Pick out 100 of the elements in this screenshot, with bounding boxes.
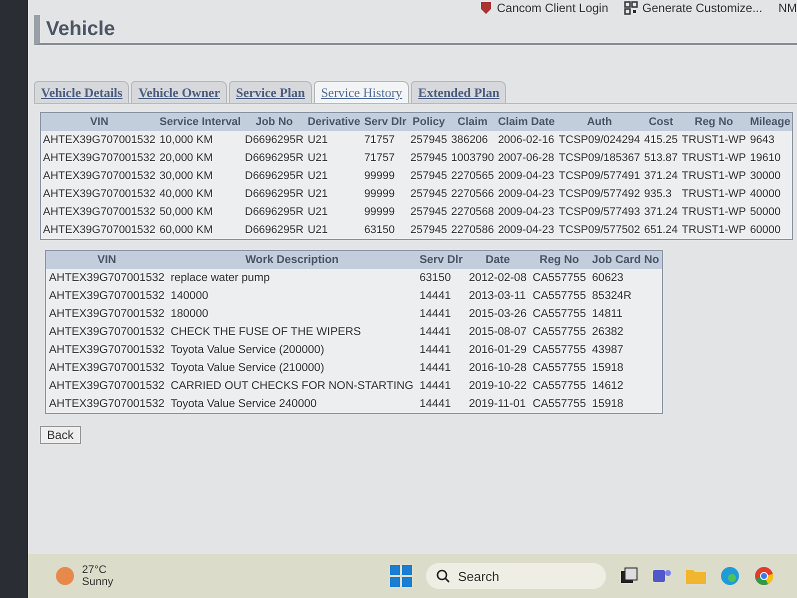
table-cell: 415.25 <box>642 131 680 149</box>
table-cell: 651.24 <box>642 221 680 240</box>
table-cell: 26382 <box>589 323 663 341</box>
table-cell: TCSP09/577492 <box>556 185 642 203</box>
table-cell: 40,000 KM <box>158 185 243 203</box>
column-header: Work Description <box>168 250 416 269</box>
table-cell: 2015-03-26 <box>466 305 530 323</box>
table-cell: U21 <box>306 185 362 203</box>
table-cell: 14441 <box>416 377 466 395</box>
table-cell: 2016-01-29 <box>466 341 530 359</box>
table-cell: D6696295R <box>242 203 306 221</box>
table-cell: 14441 <box>416 359 466 377</box>
task-view-icon[interactable] <box>620 567 638 585</box>
windows-start-icon[interactable] <box>390 565 412 587</box>
table-cell: CA557755 <box>530 377 589 395</box>
table-cell: Toyota Value Service 240000 <box>168 395 416 414</box>
table-cell: 99999 <box>362 167 408 185</box>
table-cell: 2009-04-23 <box>496 203 557 221</box>
table-cell: TCSP09/577493 <box>556 203 642 221</box>
table-cell: AHTEX39G707001532 <box>46 287 168 305</box>
table-cell: 9643 <box>748 131 793 149</box>
table-cell: 85324R <box>589 287 663 305</box>
table-cell: U21 <box>306 149 362 167</box>
table-cell: 99999 <box>362 185 408 203</box>
table-cell: 935.3 <box>642 185 680 203</box>
table-cell: D6696295R <box>242 149 306 167</box>
column-header: Reg No <box>530 250 589 269</box>
tab[interactable]: Vehicle Details <box>34 81 130 103</box>
table-cell: Toyota Value Service (200000) <box>168 341 416 359</box>
table-cell: TRUST1-WP <box>680 149 748 167</box>
tab[interactable]: Vehicle Owner <box>131 81 227 103</box>
table-cell: CA557755 <box>530 395 589 414</box>
table-cell: 63150 <box>416 269 466 287</box>
table-cell: 14441 <box>416 341 466 359</box>
table-cell: 14811 <box>589 305 663 323</box>
table-cell: AHTEX39G707001532 <box>40 131 158 149</box>
table-cell: 43987 <box>589 341 663 359</box>
page-title: Vehicle <box>46 18 115 40</box>
table-cell: AHTEX39G707001532 <box>40 185 158 203</box>
table-cell: D6696295R <box>242 185 306 203</box>
table-cell: 257945 <box>408 149 450 167</box>
table-cell: 257945 <box>408 203 450 221</box>
temperature-text: 27°C <box>82 564 108 576</box>
table-cell: 50000 <box>748 203 793 221</box>
table-cell: 2270566 <box>449 185 496 203</box>
table-cell: 14441 <box>416 323 466 341</box>
column-header: VIN <box>46 250 168 269</box>
table-cell: 71757 <box>362 131 408 149</box>
table-cell: 15918 <box>589 395 663 414</box>
table-cell: 71757 <box>362 149 408 167</box>
table-cell: 513.87 <box>642 149 680 167</box>
table-cell: CHECK THE FUSE OF THE WIPERS <box>168 323 416 341</box>
table-cell: 19610 <box>748 149 793 167</box>
table-cell: AHTEX39G707001532 <box>46 305 168 323</box>
tab[interactable]: Service Plan <box>228 81 312 103</box>
qr-code-icon <box>624 0 638 14</box>
table-cell: 386206 <box>449 131 496 149</box>
table-cell: AHTEX39G707001532 <box>40 221 158 240</box>
table-cell: 2019-10-22 <box>466 377 530 395</box>
table-cell: 2012-02-08 <box>466 269 530 287</box>
table-cell: 140000 <box>168 287 416 305</box>
table-cell: 2013-03-11 <box>466 287 530 305</box>
table-cell: Toyota Value Service (210000) <box>168 359 416 377</box>
table-cell: U21 <box>306 167 362 185</box>
search-field[interactable]: Search <box>426 563 606 589</box>
table-cell: TRUST1-WP <box>680 131 748 149</box>
back-button[interactable]: Back <box>40 426 81 444</box>
bookmark-link[interactable]: Cancom Client Login <box>478 0 608 15</box>
column-header: Policy <box>408 112 450 131</box>
column-header: Mileage <box>748 112 793 131</box>
table-cell: U21 <box>306 203 362 221</box>
table-cell: CARRIED OUT CHECKS FOR NON-STARTING <box>168 377 416 395</box>
table-cell: 1003790 <box>449 149 496 167</box>
table-cell: AHTEX39G707001532 <box>46 269 168 287</box>
bookmark-link[interactable]: NM <box>778 0 797 15</box>
table-cell: 2015-08-07 <box>466 323 530 341</box>
table-cell: 2016-10-28 <box>466 359 530 377</box>
chrome-browser-icon[interactable] <box>754 566 774 586</box>
table-cell: 30000 <box>748 167 793 185</box>
table-cell: 2270568 <box>449 203 496 221</box>
table-cell: 257945 <box>408 167 450 185</box>
table-cell: replace water pump <box>168 269 416 287</box>
column-header: Claim <box>449 112 496 131</box>
table-cell: AHTEX39G707001532 <box>40 203 158 221</box>
column-header: Derivative <box>306 112 362 131</box>
tab[interactable]: Service History <box>314 81 410 103</box>
table-cell: CA557755 <box>530 323 589 341</box>
table-cell: TCSP09/577491 <box>556 167 642 185</box>
weather-text: Sunny <box>82 576 114 588</box>
bookmark-link[interactable]: Generate Customize... <box>624 0 762 15</box>
tab[interactable]: Extended Plan <box>411 81 506 103</box>
table-cell: 2007-06-28 <box>496 149 557 167</box>
table-cell: AHTEX39G707001532 <box>46 377 168 395</box>
table-cell: 30,000 KM <box>158 167 243 185</box>
table-cell: 63150 <box>362 221 408 240</box>
table-cell: TRUST1-WP <box>680 185 748 203</box>
table-cell: U21 <box>306 221 362 240</box>
table-cell: CA557755 <box>530 359 589 377</box>
table-cell: TCSP09/185367 <box>556 149 642 167</box>
table-cell: 10,000 KM <box>158 131 243 149</box>
